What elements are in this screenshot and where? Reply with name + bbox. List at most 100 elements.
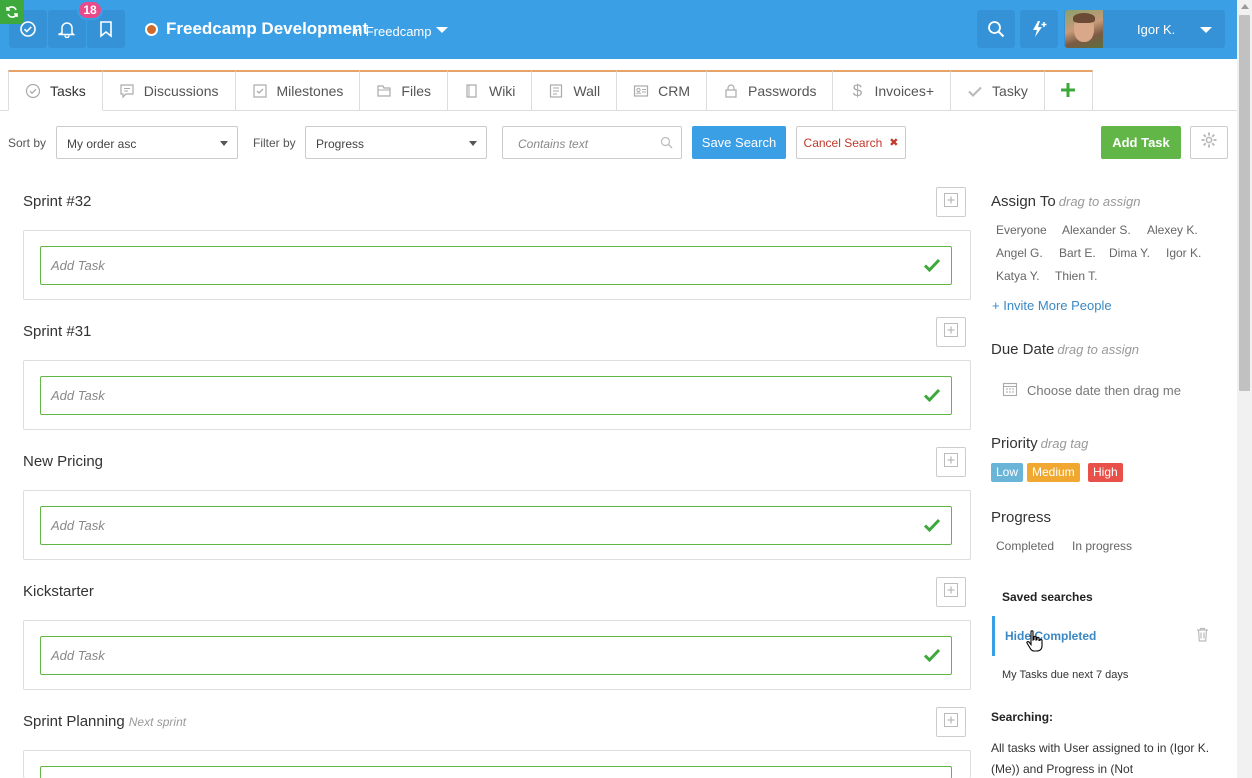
list-title[interactable]: Kickstarter [23,583,94,600]
priority-medium-tag[interactable]: Medium [1027,463,1080,482]
tab-label: Milestones [276,83,344,99]
list-add-button[interactable] [936,577,966,607]
checkmark-icon[interactable] [923,647,941,666]
quick-add-button[interactable] [1020,10,1058,48]
task-list: Add Task [23,620,971,690]
lightning-icon [1029,19,1049,39]
assignee-chip[interactable]: Alexey K. [1147,223,1198,237]
tab-files[interactable]: Files [360,70,448,111]
add-app-tab[interactable] [1044,70,1093,111]
top-bar: 18 Freedcamp Development in Freedcamp Ig… [0,0,1237,59]
assignee-chip[interactable]: Dima Y. [1109,246,1150,260]
assign-title: Assign To [991,193,1056,210]
tab-passwords[interactable]: Passwords [707,70,834,111]
trash-icon[interactable] [1196,627,1209,647]
list-title[interactable]: New Pricing [23,453,103,470]
add-task-input[interactable]: Add Task [40,636,952,675]
tab-crm[interactable]: CRM [617,70,708,111]
task-list [23,750,971,778]
checkmark-icon[interactable] [923,257,941,276]
tab-label: Wiki [488,83,516,99]
progress-heading: Progress [991,509,1052,526]
cancel-search-button[interactable]: Cancel Search ✖ [796,126,906,159]
search-icon [660,136,673,154]
add-task-input[interactable]: Add Task [40,506,952,545]
list-add-button[interactable] [936,707,966,737]
chevron-down-icon [1200,27,1212,33]
checkmark-icon[interactable] [923,387,941,406]
save-search-button[interactable]: Save Search [692,126,786,159]
tab-wiki[interactable]: Wiki [447,70,533,111]
plus-icon [1060,82,1076,101]
tab-tasky[interactable]: Tasky [951,70,1045,111]
project-name[interactable]: Freedcamp Development [166,19,368,39]
document-icon [548,83,564,99]
check-circle-icon [25,83,41,99]
calendar-icon [1002,381,1018,400]
tab-tasks[interactable]: Tasks [8,70,103,111]
list-add-button[interactable] [936,447,966,477]
searching-description: All tasks with User assigned to in (Igor… [991,741,1210,776]
tab-discussions[interactable]: Discussions [102,70,236,111]
add-square-icon [943,712,959,733]
add-task-input[interactable]: Add Task [40,376,952,415]
due-date-text: Choose date then drag me [1027,383,1181,398]
list-name: Sprint Planning [23,713,125,730]
priority-low-tag[interactable]: Low [991,463,1024,482]
user-menu[interactable]: Igor K. [1064,10,1225,48]
tab-wall[interactable]: Wall [532,70,618,111]
due-date-picker[interactable]: Choose date then drag me [1002,381,1181,400]
progress-option[interactable]: Completed [996,539,1054,553]
settings-button[interactable] [1190,126,1228,159]
sort-select[interactable]: My order asc [56,126,238,159]
assignee-chip[interactable]: Alexander S. [1062,223,1131,237]
tab-label: CRM [658,83,691,99]
assignee-chip[interactable]: Angel G. [996,246,1043,260]
task-list: Add Task [23,230,971,300]
assignee-chip[interactable]: Thien T. [1055,269,1097,283]
assign-hint: drag to assign [1058,194,1141,209]
add-square-icon [943,582,959,603]
add-square-icon [943,192,959,213]
priority-high-tag[interactable]: High [1088,463,1123,482]
project-group[interactable]: in Freedcamp [352,24,431,39]
search-button[interactable] [977,10,1015,48]
invite-more-link[interactable]: + Invite More People [992,298,1112,313]
project-color-dot [145,23,158,36]
assignee-chip[interactable]: Bart E. [1059,246,1096,260]
saved-search-item[interactable]: My Tasks due next 7 days [1002,669,1128,681]
assignee-chip[interactable]: Everyone [996,223,1047,237]
add-task-button[interactable]: Add Task [1101,126,1181,159]
saved-search-item[interactable]: Hide Completed [1005,629,1096,643]
list-title[interactable]: Sprint Planning Next sprint [23,713,186,730]
book-icon [464,83,480,99]
search-text-input[interactable]: Contains text [502,126,682,159]
scroll-up-arrow[interactable] [1241,4,1249,9]
filter-label: Filter by [253,136,296,150]
chevron-down-icon[interactable] [436,27,448,33]
list-title[interactable]: Sprint #32 [23,193,91,210]
tab-label: Discussions [143,83,219,99]
add-task-input[interactable] [40,766,952,778]
add-task-placeholder: Add Task [51,518,105,533]
assignee-chip[interactable]: Katya Y. [996,269,1040,283]
assignee-chip[interactable]: Igor K. [1166,246,1201,260]
priority-hint: drag tag [1040,436,1089,451]
lock-icon [723,83,739,99]
cancel-search-label: Cancel Search [803,135,883,150]
tab-invoices[interactable]: $ Invoices+ [833,70,952,111]
hand-cursor-icon [1026,629,1044,658]
list-add-button[interactable] [936,317,966,347]
saved-searches-heading: Saved searches [1002,590,1093,604]
scrollbar-thumb[interactable] [1239,15,1250,391]
checkmark-icon[interactable] [923,517,941,536]
list-add-button[interactable] [936,187,966,217]
filter-select[interactable]: Progress [305,126,487,159]
add-square-icon [943,322,959,343]
sync-icon[interactable] [0,0,24,24]
tab-label: Passwords [748,83,817,99]
progress-option[interactable]: In progress [1072,539,1132,553]
list-title[interactable]: Sprint #31 [23,323,91,340]
add-task-input[interactable]: Add Task [40,246,952,285]
tab-milestones[interactable]: Milestones [235,70,361,111]
